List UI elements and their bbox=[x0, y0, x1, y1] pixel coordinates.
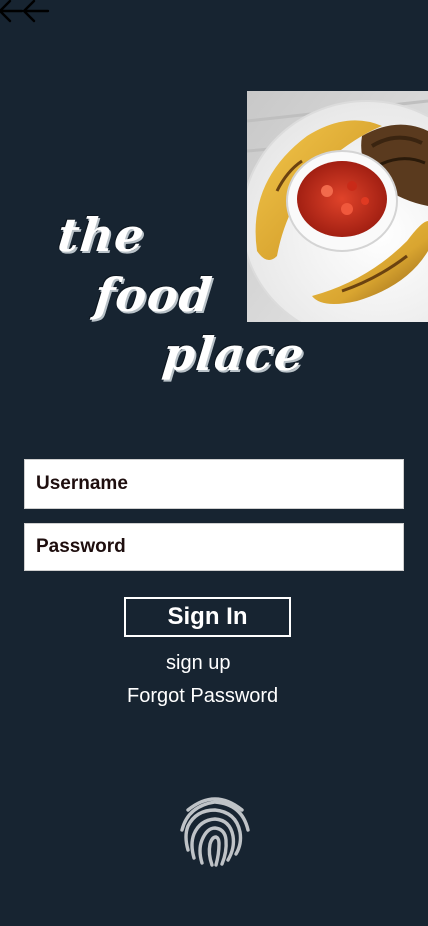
signup-link[interactable]: sign up bbox=[166, 652, 231, 675]
brand-word-the: the bbox=[55, 208, 148, 262]
password-input[interactable] bbox=[24, 523, 404, 571]
username-input[interactable] bbox=[24, 459, 404, 509]
hero-food-image bbox=[247, 91, 428, 322]
brand-word-place: place bbox=[160, 327, 308, 381]
brand-word-food: food bbox=[92, 268, 216, 322]
fingerprint-icon[interactable] bbox=[178, 792, 252, 868]
back-arrow-icon[interactable] bbox=[0, 0, 50, 26]
signin-button[interactable]: Sign In bbox=[124, 597, 291, 637]
forgot-password-link[interactable]: Forgot Password bbox=[127, 685, 278, 708]
